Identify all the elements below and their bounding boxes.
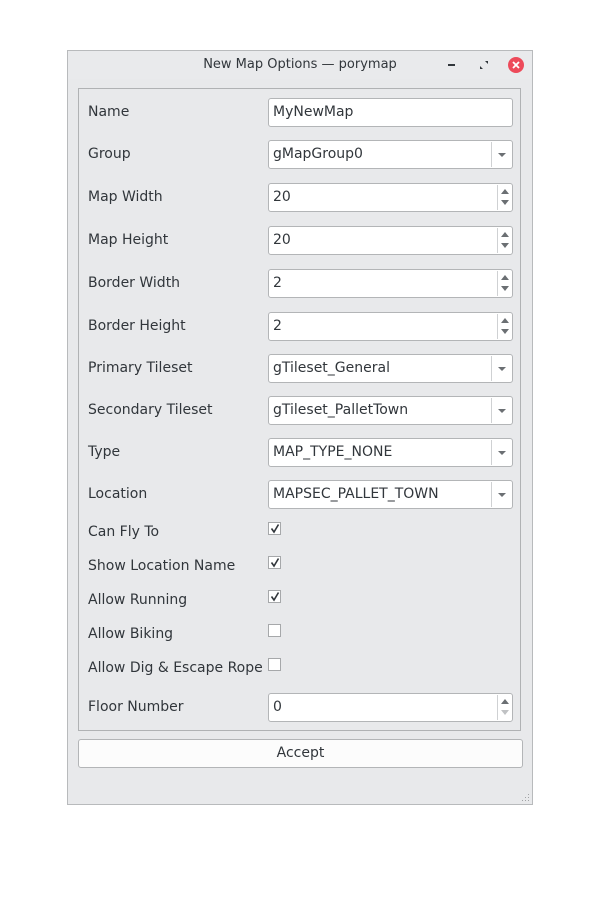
- group-value: gMapGroup0: [273, 146, 363, 162]
- can-fly-to-label: Can Fly To: [88, 524, 160, 540]
- type-label: Type: [88, 444, 121, 460]
- spin-up-icon[interactable]: [501, 232, 509, 237]
- spin-down-icon[interactable]: [501, 286, 509, 291]
- secondary-tileset-select[interactable]: gTileset_PalletTown: [268, 396, 513, 425]
- primary-tileset-label: Primary Tileset: [88, 360, 193, 376]
- location-value: MAPSEC_PALLET_TOWN: [273, 486, 439, 502]
- location-label: Location: [88, 486, 148, 502]
- allow-running-label: Allow Running: [88, 592, 188, 608]
- checkmark-icon: [270, 558, 280, 568]
- border-width-label: Border Width: [88, 275, 181, 291]
- checkmark-icon: [270, 524, 280, 534]
- divider: [491, 142, 492, 167]
- checkmark-icon: [270, 592, 280, 602]
- maximize-button[interactable]: [476, 57, 492, 73]
- spin-down-icon[interactable]: [501, 243, 509, 248]
- spin-down-icon[interactable]: [501, 329, 509, 334]
- allow-biking-checkbox[interactable]: [268, 624, 281, 637]
- border-height-label: Border Height: [88, 318, 186, 334]
- chevron-down-icon[interactable]: [498, 153, 506, 157]
- border-width-spinbox[interactable]: 2: [268, 269, 513, 298]
- floor-number-value: 0: [273, 699, 282, 715]
- allow-dig-escape-label: Allow Dig & Escape Rope: [88, 660, 263, 676]
- divider: [491, 398, 492, 423]
- chevron-down-icon[interactable]: [498, 367, 506, 371]
- divider: [497, 314, 498, 339]
- divider: [497, 228, 498, 253]
- primary-tileset-select[interactable]: gTileset_General: [268, 354, 513, 383]
- map-width-value: 20: [273, 189, 291, 205]
- show-location-name-checkbox[interactable]: [268, 556, 281, 569]
- divider: [497, 695, 498, 720]
- close-icon: [512, 61, 520, 69]
- group-label: Group: [88, 146, 131, 162]
- accept-button[interactable]: Accept: [78, 739, 523, 768]
- resize-grip-icon[interactable]: [521, 793, 530, 802]
- type-select[interactable]: MAP_TYPE_NONE: [268, 438, 513, 467]
- divider: [491, 482, 492, 507]
- border-width-value: 2: [273, 275, 282, 291]
- allow-biking-label: Allow Biking: [88, 626, 174, 642]
- spin-up-icon[interactable]: [501, 189, 509, 194]
- title-bar[interactable]: New Map Options — porymap: [68, 51, 532, 79]
- divider: [497, 271, 498, 296]
- secondary-tileset-value: gTileset_PalletTown: [273, 402, 409, 418]
- spin-up-icon[interactable]: [501, 699, 509, 704]
- map-height-value: 20: [273, 232, 291, 248]
- window-title: New Map Options — porymap: [203, 57, 397, 72]
- divider: [491, 356, 492, 381]
- name-value: MyNewMap: [273, 104, 354, 120]
- spin-down-icon: [501, 710, 509, 715]
- map-width-label: Map Width: [88, 189, 163, 205]
- map-height-spinbox[interactable]: 20: [268, 226, 513, 255]
- spin-up-icon[interactable]: [501, 318, 509, 323]
- allow-running-checkbox[interactable]: [268, 590, 281, 603]
- map-height-label: Map Height: [88, 232, 169, 248]
- floor-number-spinbox[interactable]: 0: [268, 693, 513, 722]
- secondary-tileset-label: Secondary Tileset: [88, 402, 213, 418]
- group-select[interactable]: gMapGroup0: [268, 140, 513, 169]
- close-button[interactable]: [508, 57, 524, 73]
- new-map-options-dialog: New Map Options — porymap Name MyNewMap …: [67, 50, 533, 805]
- floor-number-label: Floor Number: [88, 699, 184, 715]
- divider: [491, 440, 492, 465]
- spin-down-icon[interactable]: [501, 200, 509, 205]
- map-width-spinbox[interactable]: 20: [268, 183, 513, 212]
- divider: [497, 185, 498, 210]
- name-input[interactable]: MyNewMap: [268, 98, 513, 127]
- location-select[interactable]: MAPSEC_PALLET_TOWN: [268, 480, 513, 509]
- name-label: Name: [88, 104, 130, 120]
- maximize-icon: [480, 61, 488, 69]
- can-fly-to-checkbox[interactable]: [268, 522, 281, 535]
- allow-dig-escape-checkbox[interactable]: [268, 658, 281, 671]
- border-height-spinbox[interactable]: 2: [268, 312, 513, 341]
- chevron-down-icon[interactable]: [498, 409, 506, 413]
- spin-up-icon[interactable]: [501, 275, 509, 280]
- border-height-value: 2: [273, 318, 282, 334]
- chevron-down-icon[interactable]: [498, 493, 506, 497]
- primary-tileset-value: gTileset_General: [273, 360, 390, 376]
- type-value: MAP_TYPE_NONE: [273, 444, 393, 460]
- minimize-button[interactable]: [444, 57, 460, 73]
- chevron-down-icon[interactable]: [498, 451, 506, 455]
- show-location-name-label: Show Location Name: [88, 558, 236, 574]
